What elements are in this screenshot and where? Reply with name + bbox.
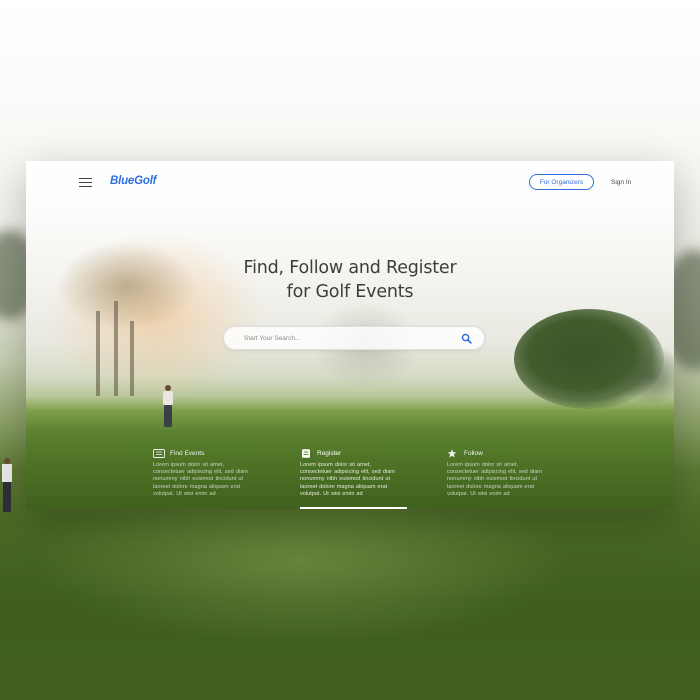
sign-in-link[interactable]: Sign In [611,179,631,186]
search-bar [223,326,485,350]
feature-follow[interactable]: Follow Lorem ipsum dolor sit amet, conse… [447,448,549,498]
feature-description: Lorem ipsum dolor sit amet, consectetuer… [153,462,248,497]
feature-find-events[interactable]: Find Events Lorem ipsum dolor sit amet, … [153,448,255,498]
feature-title: Register [317,449,342,457]
feature-description: Lorem ipsum dolor sit amet, consectetuer… [300,462,395,497]
feature-title: Find Events [170,449,205,457]
tree-trunk [96,311,100,396]
active-feature-indicator [300,507,407,509]
hamburger-menu-icon[interactable] [79,178,92,188]
ticket-icon [153,448,165,458]
hero-subtitle: for Golf Events [286,282,414,302]
search-icon[interactable] [461,333,472,344]
feature-title: Follow [464,449,483,457]
star-icon [447,448,457,457]
background-golfer [2,458,12,518]
for-organizers-button[interactable]: For Organizers [529,174,594,190]
site-header: BlueGolf For Organizers Sign In [26,161,674,205]
hero-title: Find, Follow and Register [243,258,457,278]
clipboard-icon [302,448,310,458]
search-input[interactable] [244,331,444,345]
tree-trunk [114,301,118,396]
tree-trunk [130,321,134,396]
feature-register[interactable]: Register Lorem ipsum dolor sit amet, con… [300,448,402,498]
website-screenshot: BlueGolf For Organizers Sign In Find, Fo… [26,161,674,509]
golfer-figure [160,385,176,431]
logo[interactable]: BlueGolf [110,175,157,187]
feature-description: Lorem ipsum dolor sit amet, consectetuer… [447,462,542,497]
